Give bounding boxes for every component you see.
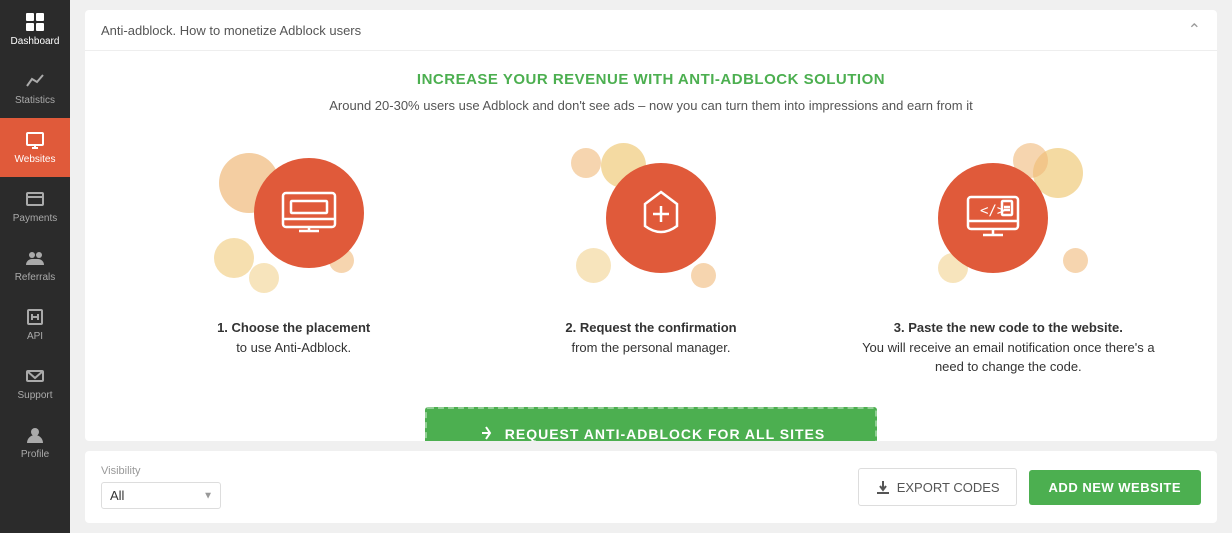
request-button-label: REQUEST ANTI-ADBLOCK FOR ALL SITES: [505, 426, 825, 442]
main-content: Anti-adblock. How to monetize Adblock us…: [70, 0, 1232, 533]
step-2-icon-container: [571, 143, 731, 303]
deco-circle: [249, 263, 279, 293]
card-body: INCREASE YOUR REVENUE WITH ANTI-ADBLOCK …: [85, 51, 1217, 441]
sidebar-item-api[interactable]: API: [0, 295, 70, 354]
visibility-label: Visibility: [101, 465, 221, 477]
step-1-icon-container: [214, 143, 374, 303]
step-3-line2: You will receive an email notification o…: [862, 340, 1155, 375]
deco-circle: [214, 238, 254, 278]
sidebar-label-statistics: Statistics: [15, 95, 55, 106]
sidebar-item-statistics[interactable]: Statistics: [0, 59, 70, 118]
sidebar-item-payments[interactable]: Payments: [0, 177, 70, 236]
bottom-actions: EXPORT CODES ADD NEW WEBSITE: [858, 468, 1201, 506]
sidebar-label-payments: Payments: [13, 213, 57, 224]
card-title: INCREASE YOUR REVENUE WITH ANTI-ADBLOCK …: [115, 71, 1187, 88]
sidebar-label-dashboard: Dashboard: [11, 36, 60, 47]
sidebar-item-websites[interactable]: Websites: [0, 118, 70, 177]
step-2: 2. Request the confirmation from the per…: [501, 143, 801, 357]
request-anti-adblock-button[interactable]: REQUEST ANTI-ADBLOCK FOR ALL SITES: [425, 407, 877, 442]
step-2-main-circle: [606, 163, 716, 273]
deco-circle: [691, 263, 716, 288]
step-1: 1. Choose the placement to use Anti-Adbl…: [144, 143, 444, 357]
dashboard-icon: [25, 12, 45, 32]
card-header-text: Anti-adblock. How to monetize Adblock us…: [101, 23, 361, 38]
steps-container: 1. Choose the placement to use Anti-Adbl…: [115, 143, 1187, 377]
visibility-section: Visibility All Active Inactive: [101, 465, 221, 509]
deco-circle: [576, 248, 611, 283]
step-1-line2: to use Anti-Adblock.: [236, 340, 351, 355]
request-button-icon: [477, 425, 495, 442]
sidebar: Dashboard Statistics Websites Payments: [0, 0, 70, 533]
export-codes-label: EXPORT CODES: [897, 480, 1000, 495]
api-icon: [25, 307, 45, 327]
bottom-bar: Visibility All Active Inactive EX: [85, 451, 1217, 523]
visibility-select-wrapper: All Active Inactive: [101, 482, 221, 509]
step-2-line2: from the personal manager.: [571, 340, 730, 355]
websites-icon: [25, 130, 45, 150]
deco-circle: [1063, 248, 1088, 273]
step-2-line1: 2. Request the confirmation: [565, 318, 736, 338]
referrals-icon: [25, 248, 45, 268]
step-3: </> 3. Paste the new code to the website…: [858, 143, 1158, 377]
sidebar-item-referrals[interactable]: Referrals: [0, 236, 70, 295]
deco-circle: [571, 148, 601, 178]
export-codes-button[interactable]: EXPORT CODES: [858, 468, 1017, 506]
card-subtitle: Around 20-30% users use Adblock and don'…: [115, 98, 1187, 113]
add-website-label: ADD NEW WEBSITE: [1049, 480, 1181, 495]
download-icon: [875, 479, 891, 495]
sidebar-label-support: Support: [17, 390, 52, 401]
anti-adblock-card: Anti-adblock. How to monetize Adblock us…: [85, 10, 1217, 441]
profile-icon: [25, 425, 45, 445]
step-3-main-circle: </>: [938, 163, 1048, 273]
sidebar-item-profile[interactable]: Profile: [0, 413, 70, 472]
statistics-icon: [25, 71, 45, 91]
step-3-icon-container: </>: [928, 143, 1088, 303]
sidebar-label-websites: Websites: [15, 154, 56, 165]
sidebar-label-profile: Profile: [21, 449, 49, 460]
sidebar-label-api: API: [27, 331, 43, 342]
step-1-line1: 1. Choose the placement: [217, 318, 370, 338]
sidebar-label-referrals: Referrals: [15, 272, 56, 283]
sidebar-item-support[interactable]: Support: [0, 354, 70, 413]
visibility-select[interactable]: All Active Inactive: [101, 482, 221, 509]
card-header: Anti-adblock. How to monetize Adblock us…: [85, 10, 1217, 51]
payments-icon: [25, 189, 45, 209]
step-3-text: 3. Paste the new code to the website. Yo…: [858, 318, 1158, 377]
sidebar-item-dashboard[interactable]: Dashboard: [0, 0, 70, 59]
step-1-text: 1. Choose the placement to use Anti-Adbl…: [217, 318, 370, 357]
step-3-line1: 3. Paste the new code to the website.: [858, 318, 1158, 338]
step-1-main-circle: [254, 158, 364, 268]
chevron-up-icon[interactable]: ⌃: [1188, 20, 1201, 40]
add-new-website-button[interactable]: ADD NEW WEBSITE: [1029, 470, 1201, 505]
step-2-text: 2. Request the confirmation from the per…: [565, 318, 736, 357]
support-icon: [25, 366, 45, 386]
